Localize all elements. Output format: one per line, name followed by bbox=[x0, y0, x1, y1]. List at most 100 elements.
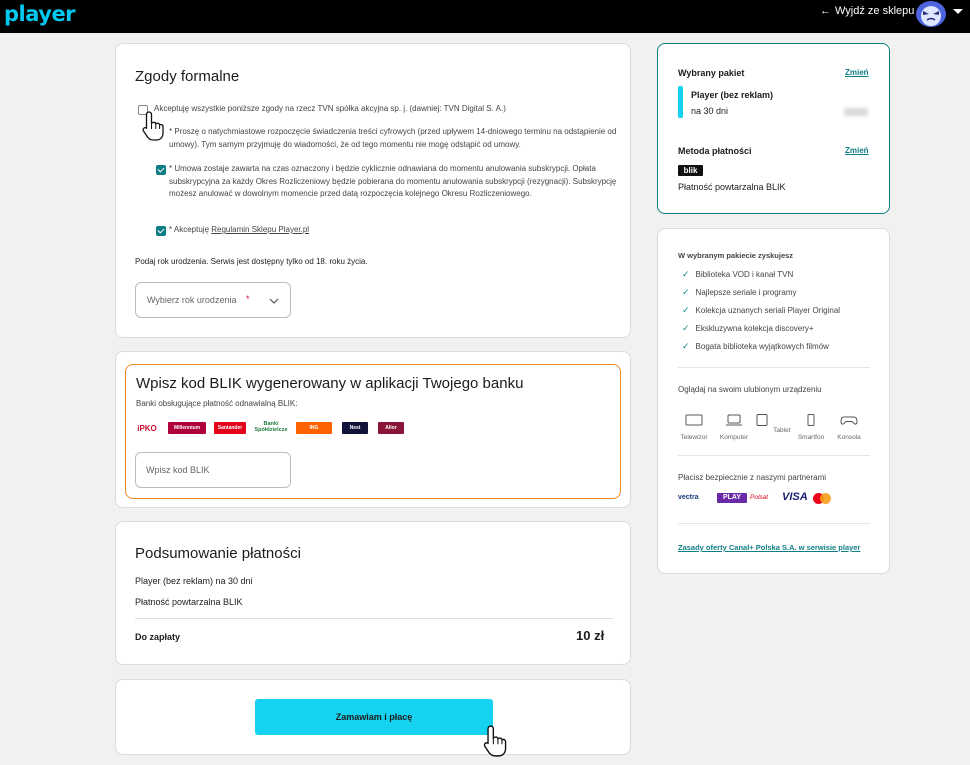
required-marker: * bbox=[246, 294, 250, 304]
package-name: Player (bez reklam) bbox=[691, 90, 774, 100]
bank-logo-nest: Nest bbox=[342, 422, 368, 434]
offer-terms-link[interactable]: Zasady oferty Canal+ Polska S.A. w serwi… bbox=[678, 543, 860, 552]
divider bbox=[678, 523, 870, 524]
consent-terms-prefix: * Akceptuję bbox=[169, 225, 212, 234]
benefit-item: ✓ Najlepsze seriale i programy bbox=[682, 287, 796, 298]
device-label: Tablet bbox=[773, 427, 791, 434]
birth-year-select[interactable]: Wybierz rok urodzenia * bbox=[135, 282, 291, 318]
summary-package-line: Player (bez reklam) na 30 dni bbox=[135, 576, 253, 586]
partner-logo-polsat: Polsat bbox=[750, 494, 769, 501]
order-and-pay-button[interactable]: Zamawiam i płacę bbox=[255, 699, 493, 735]
avatar-icon bbox=[921, 6, 941, 26]
check-icon: ✓ bbox=[682, 323, 690, 333]
device-label: Smartfon bbox=[797, 434, 825, 441]
benefit-label: Biblioteka VOD i kanał TVN bbox=[695, 270, 794, 279]
benefits-card: W wybranym pakiecie zyskujesz ✓ Bibliotek… bbox=[657, 228, 890, 574]
hand-cursor-icon bbox=[142, 111, 164, 141]
laptop-icon bbox=[726, 414, 742, 426]
total-label: Do zapłaty bbox=[135, 632, 181, 642]
blik-title: Wpisz kod BLIK wygenerowany w aplikacji … bbox=[136, 375, 524, 392]
arrow-left-icon: ← bbox=[820, 5, 831, 17]
selected-package-card: Wybrany pakiet Zmień Player (bez reklam)… bbox=[657, 43, 890, 214]
check-icon: ✓ bbox=[682, 341, 690, 351]
benefit-item: ✓ Kolekcja uznanych seriali Player Origin… bbox=[682, 305, 840, 316]
blik-code-input[interactable]: Wpisz kod BLIK bbox=[135, 452, 291, 488]
tv-icon bbox=[685, 414, 703, 426]
device-label: Konsola bbox=[837, 434, 861, 441]
chevron-down-icon bbox=[269, 298, 279, 304]
accept-all-label: Akceptuję wszystkie poniższe zgody na rz… bbox=[154, 104, 506, 113]
device-console: Konsola bbox=[829, 414, 869, 441]
consent-immediate-start-text: * Proszę o natychmiastowe rozpoczęcie św… bbox=[169, 127, 617, 149]
mastercard-icon bbox=[813, 493, 831, 504]
benefit-item: ✓ Biblioteka VOD i kanał TVN bbox=[682, 269, 793, 280]
partner-logo-vectra: vectra bbox=[678, 494, 699, 501]
device-label: Telewizor bbox=[680, 434, 708, 441]
partners-title: Płacisz bezpiecznie z naszymi partnerami bbox=[678, 473, 827, 482]
user-avatar[interactable] bbox=[916, 1, 946, 27]
consent-contract-checkbox[interactable] bbox=[156, 165, 166, 175]
partner-logo-visa: VISA bbox=[782, 491, 808, 503]
gamepad-icon bbox=[840, 416, 858, 425]
bank-logo-santander: Santander bbox=[214, 422, 246, 434]
bank-logo-ing: ING bbox=[296, 422, 332, 434]
consent-terms-checkbox[interactable] bbox=[156, 226, 166, 236]
hand-cursor-icon bbox=[483, 725, 507, 757]
benefit-label: Najlepsze seriale i programy bbox=[695, 288, 797, 297]
smartphone-icon bbox=[807, 414, 815, 426]
blik-logo: blik bbox=[678, 165, 703, 176]
benefit-label: Ekskluzywna kolekcja discovery+ bbox=[695, 324, 814, 333]
device-smartphone: Smartfon bbox=[791, 414, 831, 441]
payment-method-title: Metoda płatności bbox=[678, 146, 752, 156]
bank-logo-alior: Alior bbox=[378, 422, 404, 434]
blik-code-placeholder: Wpisz kod BLIK bbox=[146, 465, 210, 475]
change-package-link[interactable]: Zmień bbox=[845, 68, 869, 77]
divider bbox=[678, 367, 870, 368]
devices-title: Oglądaj na swoim ulubionym urządzeniu bbox=[678, 385, 822, 394]
device-tablet: Tablet bbox=[752, 414, 792, 434]
exit-shop-link[interactable]: ← Wyjdź ze sklepu bbox=[820, 5, 914, 17]
selected-package-title: Wybrany pakiet bbox=[678, 68, 745, 78]
terms-link[interactable]: Regulamin Sklepu Player.pl bbox=[211, 225, 309, 234]
divider bbox=[678, 455, 870, 456]
exit-shop-label: Wyjdź ze sklepu bbox=[835, 5, 915, 17]
package-period: na 30 dni bbox=[691, 106, 729, 116]
bank-logo-spoldzielcze: Banki Spółdzielcze bbox=[255, 418, 288, 436]
total-value: 10 zł bbox=[576, 628, 605, 643]
order-card: Zamawiam i płacę bbox=[115, 679, 631, 757]
change-method-link[interactable]: Zmień bbox=[845, 146, 869, 155]
summary-title: Podsumowanie płatności bbox=[135, 545, 301, 562]
check-icon: ✓ bbox=[682, 269, 690, 279]
benefit-label: Bogata biblioteka wyjątkowych filmów bbox=[695, 342, 829, 351]
birth-year-note: Podaj rok urodzenia. Serwis jest dostępn… bbox=[135, 257, 368, 266]
partner-logo-play: PLAY bbox=[717, 493, 747, 503]
birth-year-placeholder: Wybierz rok urodzenia bbox=[147, 295, 237, 305]
check-icon: ✓ bbox=[682, 305, 690, 315]
blik-banks-label: Banki obsługujące płatność odnawialną BL… bbox=[136, 399, 298, 408]
payment-method-name: Płatność powtarzalna BLIK bbox=[678, 182, 786, 192]
summary-method-line: Płatność powtarzalna BLIK bbox=[135, 597, 243, 607]
device-tv: Telewizor bbox=[674, 414, 714, 441]
payment-summary-card: Podsumowanie płatności Player (bez rekla… bbox=[115, 521, 631, 665]
consent-terms-text: * Akceptuję Regulamin Sklepu Player.pl bbox=[169, 224, 469, 237]
benefit-label: Kolekcja uznanych seriali Player Origina… bbox=[695, 306, 841, 315]
benefits-title: W wybranym pakiecie zyskujesz bbox=[678, 251, 794, 260]
bank-logo-millennium: Millennium bbox=[168, 422, 206, 434]
top-bar: player ← Wyjdź ze sklepu bbox=[0, 0, 970, 33]
blik-card: Wpisz kod BLIK wygenerowany w aplikacji … bbox=[115, 351, 631, 508]
player-logo[interactable]: player bbox=[4, 2, 76, 26]
package-accent-bar bbox=[678, 86, 683, 118]
consents-title: Zgody formalne bbox=[135, 68, 240, 85]
chevron-down-icon[interactable] bbox=[953, 9, 963, 14]
benefit-item: ✓ Bogata biblioteka wyjątkowych filmów bbox=[682, 341, 829, 352]
check-icon: ✓ bbox=[682, 287, 690, 297]
tablet-icon bbox=[756, 414, 768, 426]
package-price-blurred bbox=[844, 108, 868, 116]
consent-contract-text: * Umowa zostaje zawarta na czas oznaczon… bbox=[169, 164, 617, 198]
benefit-item: ✓ Ekskluzywna kolekcja discovery+ bbox=[682, 323, 814, 334]
device-computer: Komputer bbox=[714, 414, 754, 441]
consents-card: Zgody formalne Akceptuję wszystkie poniż… bbox=[115, 43, 631, 338]
device-label: Komputer bbox=[719, 434, 749, 441]
summary-divider bbox=[135, 618, 613, 619]
bank-logo-ipko: iPKO bbox=[136, 422, 158, 434]
